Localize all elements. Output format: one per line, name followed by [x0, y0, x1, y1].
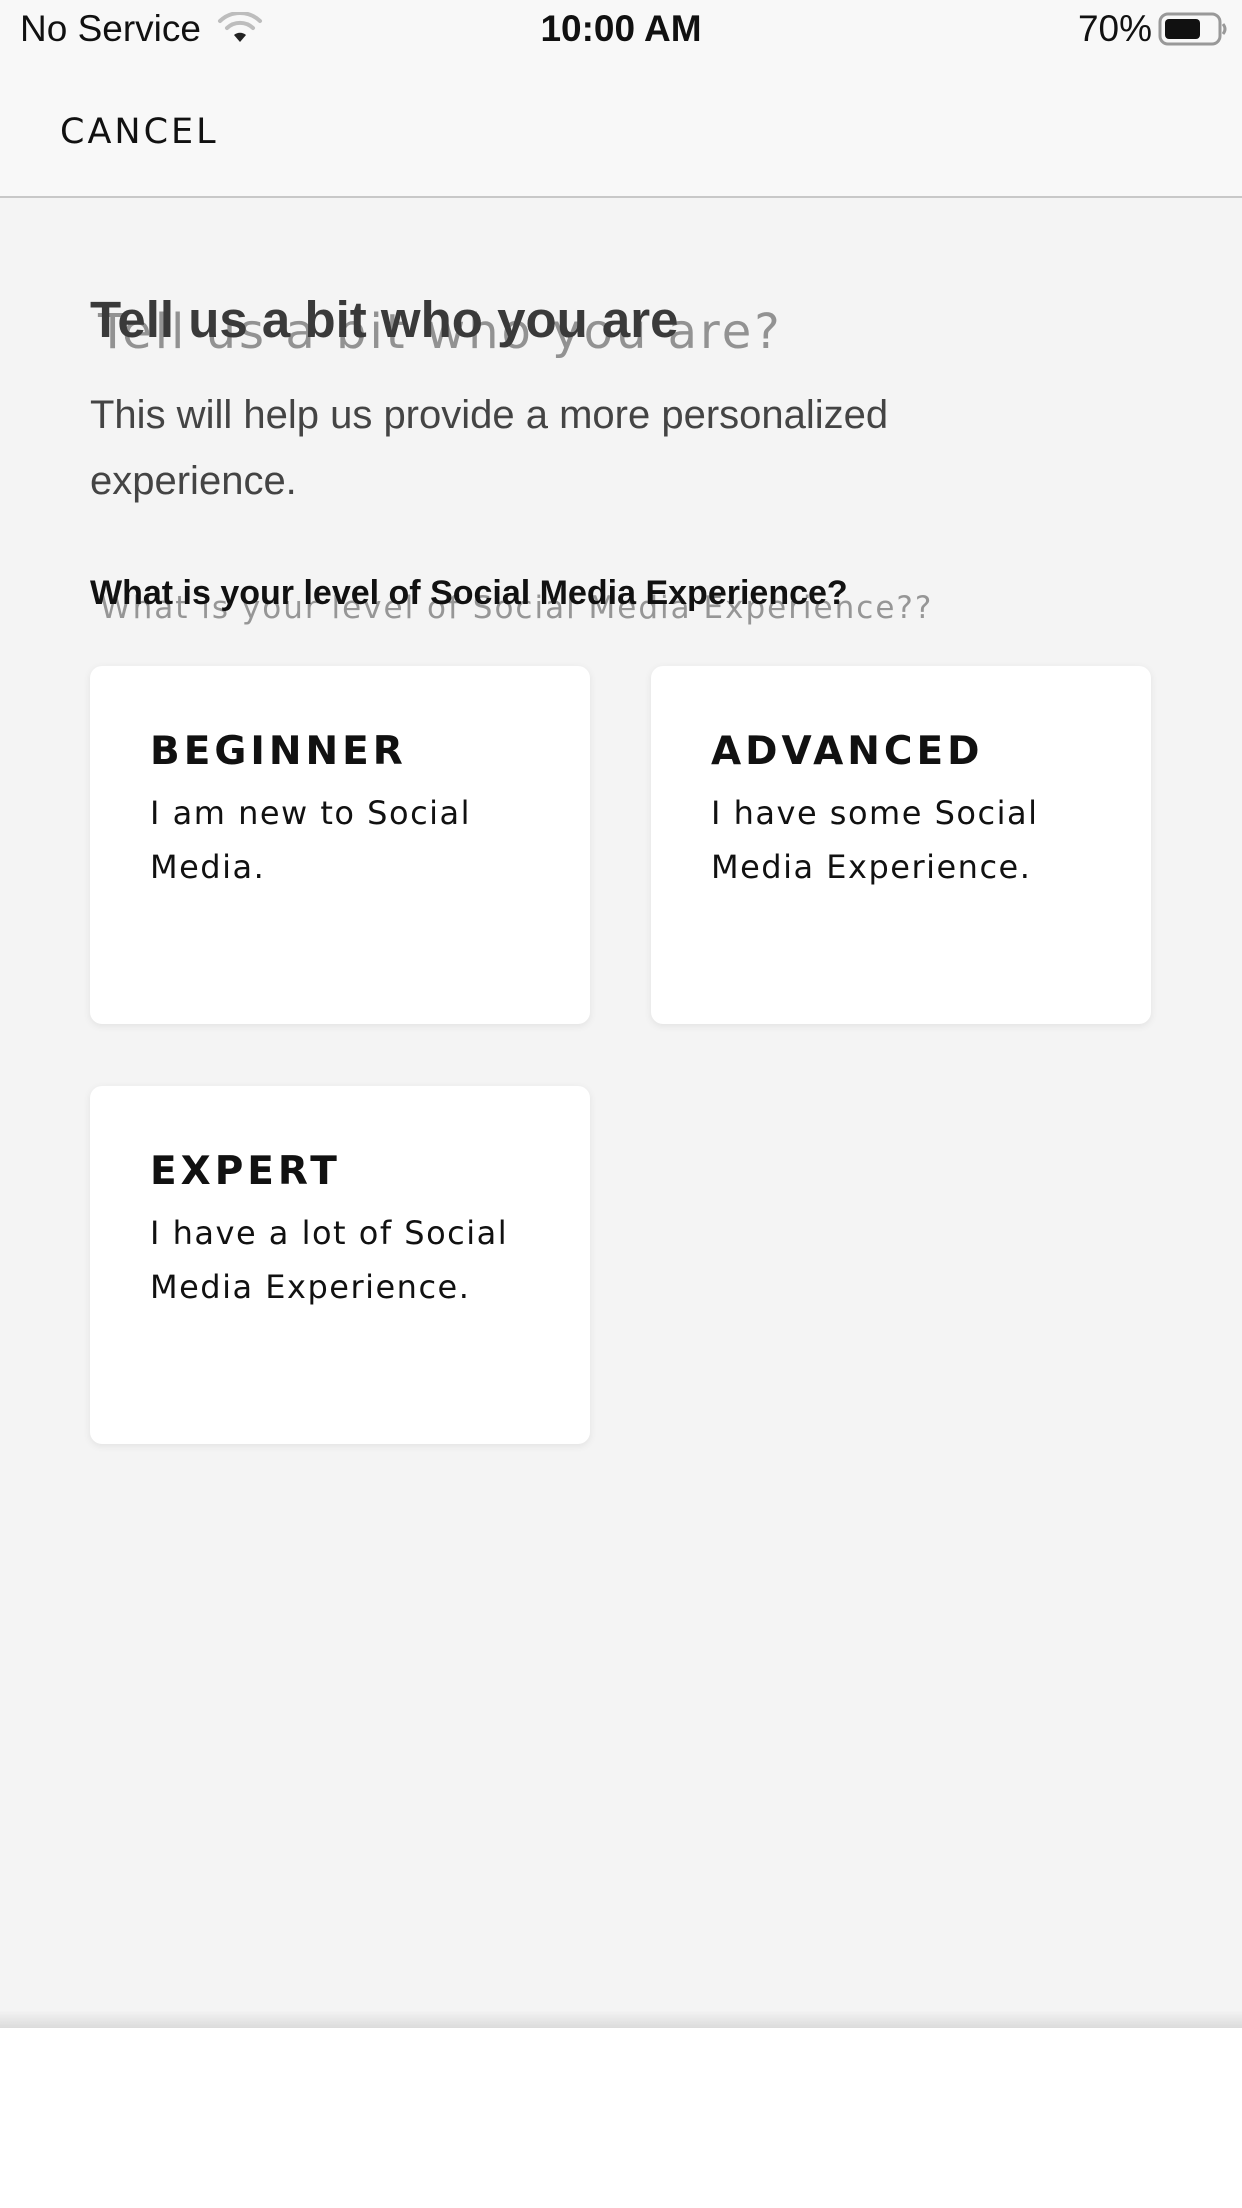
status-right: 70% [1078, 8, 1228, 50]
option-title: EXPERT [150, 1149, 341, 1194]
option-title: ADVANCED [711, 729, 984, 774]
bottom-panel-shadow [0, 2010, 1242, 2028]
page-subtitle: This will help us provide a more persona… [90, 393, 889, 503]
top-bar: CANCEL [0, 62, 1242, 198]
option-description: I have a lot of Social Media Experience. [150, 1214, 509, 1306]
option-card-expert[interactable]: EXPERT I have a lot of Social Media Expe… [90, 1086, 590, 1444]
option-title: BEGINNER [150, 729, 407, 774]
battery-percent: 70% [1077, 8, 1152, 49]
option-description: I have some Social Media Experience. [711, 794, 1039, 886]
battery-icon [1158, 12, 1227, 46]
option-description: I am new to Social Media. [150, 794, 472, 886]
cancel-button[interactable]: CANCEL [60, 112, 219, 152]
question-block: What is your level of Social Media Exper… [90, 574, 1190, 634]
page-title: Tell us a bit who you are [90, 291, 679, 348]
clock: 10:00 AM [540, 8, 702, 49]
bottom-panel [0, 2028, 1242, 2208]
option-card-advanced[interactable]: ADVANCED I have some Social Media Experi… [651, 666, 1151, 1024]
option-card-beginner[interactable]: BEGINNER I am new to Social Media. [90, 666, 590, 1024]
heading-block: Tell us a bit who you are? Tell us a bit… [90, 290, 1150, 370]
question-label: What is your level of Social Media Exper… [90, 574, 848, 612]
status-bar: No Service 10:00 AM 70% [0, 0, 1242, 62]
